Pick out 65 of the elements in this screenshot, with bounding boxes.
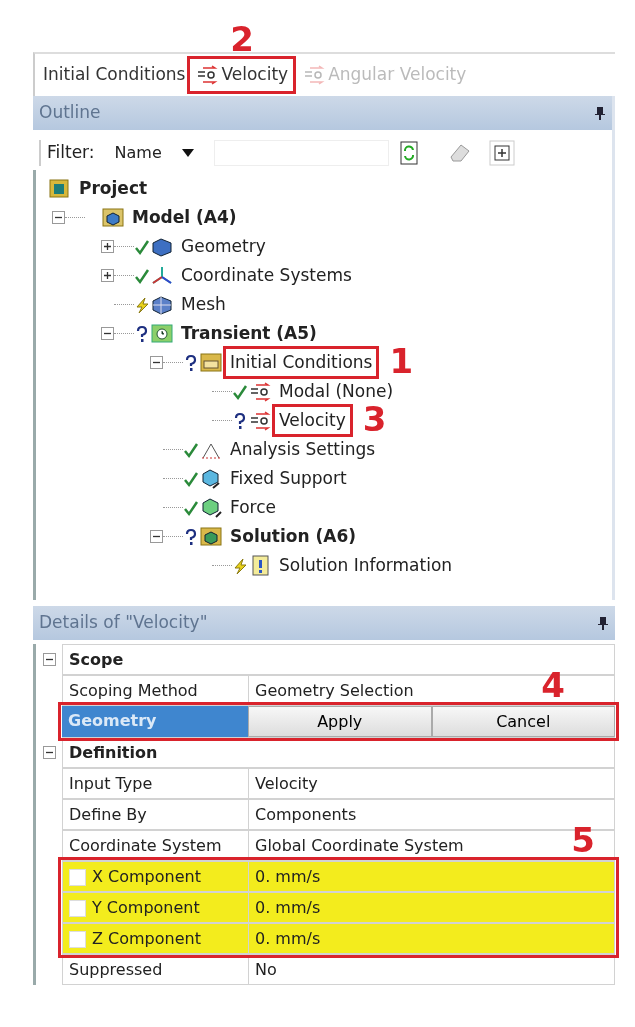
panel-header: Outline bbox=[33, 96, 612, 130]
filter-label: Filter: bbox=[39, 140, 95, 166]
apply-button[interactable]: Apply bbox=[248, 706, 432, 737]
tree-item[interactable]: Transient (A5) bbox=[178, 320, 320, 347]
callout-number: 2 bbox=[230, 22, 254, 57]
section-title: Scope bbox=[68, 649, 125, 671]
callout-number: 4 bbox=[541, 668, 565, 702]
expand-toggle[interactable] bbox=[101, 240, 114, 253]
collapse-toggle[interactable] bbox=[150, 530, 163, 543]
collapse-toggle[interactable] bbox=[150, 356, 163, 369]
tree-item[interactable]: Project bbox=[76, 175, 151, 202]
collapse-toggle[interactable] bbox=[42, 746, 56, 759]
property-value: Global Coordinate System bbox=[255, 836, 464, 855]
checkbox[interactable] bbox=[69, 900, 86, 917]
caret-icon bbox=[181, 149, 194, 157]
tree-item[interactable]: Analysis Settings bbox=[227, 436, 379, 463]
property-value: Components bbox=[255, 805, 357, 824]
expand-toggle[interactable] bbox=[101, 269, 114, 282]
project-icon bbox=[48, 176, 72, 201]
panel-header: Details of "Velocity" bbox=[33, 606, 615, 640]
tree-item[interactable]: Solution Information bbox=[276, 552, 456, 579]
pin-icon[interactable] bbox=[597, 616, 609, 630]
cube-folder-icon bbox=[101, 205, 125, 230]
tree-item[interactable]: Fixed Support bbox=[227, 465, 350, 492]
callout-number: 5 bbox=[571, 823, 595, 857]
property-name: Scoping Method bbox=[63, 676, 249, 705]
cancel-button[interactable]: Cancel bbox=[431, 706, 615, 737]
clock-folder-icon bbox=[150, 321, 174, 346]
tree-item[interactable]: Model (A4) bbox=[129, 204, 240, 231]
section-title: Definition bbox=[68, 742, 159, 764]
property-value: No bbox=[255, 960, 277, 979]
collapse-toggle[interactable] bbox=[52, 211, 65, 224]
property-value[interactable]: 0. mm/s bbox=[249, 893, 614, 922]
arrows-icon bbox=[195, 63, 220, 87]
tree-item[interactable]: Force bbox=[227, 494, 279, 521]
property-name: Y Component bbox=[92, 898, 200, 917]
tree-item[interactable]: Mesh bbox=[178, 291, 229, 318]
property-name: Define By bbox=[63, 800, 249, 829]
toolbar-label: Initial Conditions bbox=[43, 63, 186, 87]
filter-dropdown[interactable]: Name bbox=[104, 141, 204, 165]
collapse-toggle[interactable] bbox=[42, 653, 56, 666]
property-value: Velocity bbox=[255, 774, 318, 793]
expand-icon[interactable] bbox=[488, 140, 515, 166]
collapse-toggle[interactable] bbox=[101, 327, 114, 340]
checkbox[interactable] bbox=[69, 869, 86, 886]
arrows-icon bbox=[248, 379, 272, 404]
refresh-icon[interactable] bbox=[398, 141, 421, 165]
arrows-icon bbox=[248, 408, 272, 433]
cube-folder-icon bbox=[199, 524, 223, 549]
property-name: Input Type bbox=[63, 769, 249, 798]
property-name: X Component bbox=[92, 867, 201, 886]
property-value[interactable]: 0. mm/s bbox=[249, 924, 614, 953]
tree-item[interactable]: Coordinate Systems bbox=[178, 262, 355, 289]
property-name: Z Component bbox=[92, 929, 201, 948]
checkbox[interactable] bbox=[69, 931, 86, 948]
property-value[interactable]: 0. mm/s bbox=[249, 862, 614, 891]
property-name: Suppressed bbox=[63, 955, 249, 984]
pin-icon[interactable] bbox=[594, 106, 606, 120]
tree-item[interactable]: Solution (A6) bbox=[227, 523, 360, 550]
property-value: Geometry Selection bbox=[255, 681, 414, 700]
arrows-icon bbox=[302, 63, 327, 87]
callout-number: 1 bbox=[389, 343, 414, 378]
tree-item[interactable]: Geometry bbox=[178, 233, 269, 260]
property-name: Coordinate System bbox=[63, 831, 249, 860]
folder-icon bbox=[199, 350, 223, 375]
